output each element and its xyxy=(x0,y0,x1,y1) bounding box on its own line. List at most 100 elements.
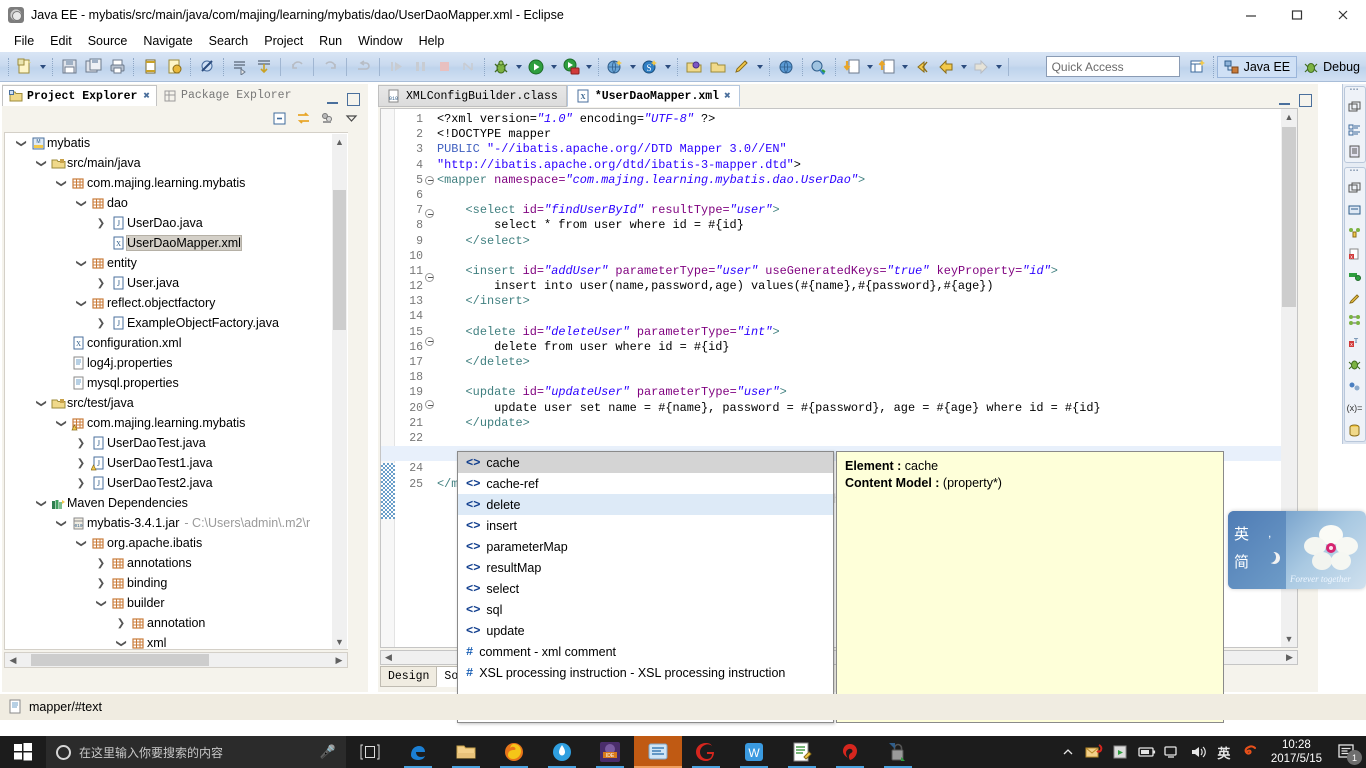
annotations-icon[interactable] xyxy=(1345,287,1365,309)
tree-item-userdao-java[interactable]: ❯ J UserDao.java xyxy=(5,213,348,233)
code-line[interactable]: </insert> xyxy=(437,294,1279,309)
scroll-down-icon[interactable]: ▼ xyxy=(1281,631,1297,647)
scroll-down-icon[interactable]: ▼ xyxy=(332,634,347,649)
external-tools-icon[interactable] xyxy=(808,56,830,78)
fold-collapse-icon[interactable] xyxy=(425,336,435,352)
tab-project-explorer[interactable]: Project Explorer ✖ xyxy=(2,85,158,106)
maximize-button[interactable] xyxy=(1274,0,1320,30)
scroll-right-icon[interactable]: ▶ xyxy=(331,653,347,667)
run-icon[interactable] xyxy=(525,56,547,78)
run-validation-icon[interactable] xyxy=(163,56,185,78)
taskbar-app-notepad[interactable] xyxy=(778,736,826,768)
taskbar-app-mint-browser[interactable] xyxy=(538,736,586,768)
show-hidden-icons-icon[interactable] xyxy=(1055,736,1081,768)
battery-icon[interactable] xyxy=(1133,736,1159,768)
code-line[interactable]: </delete> xyxy=(437,355,1279,370)
export-icon[interactable] xyxy=(876,56,898,78)
scroll-up-icon[interactable]: ▲ xyxy=(1281,109,1297,125)
action-center-icon[interactable]: 1 xyxy=(1330,736,1364,768)
code-line[interactable]: PUBLIC "-//ibatis.apache.org//DTD Mapper… xyxy=(437,142,1279,157)
search-globe-icon[interactable] xyxy=(775,56,797,78)
menu-source[interactable]: Source xyxy=(80,32,136,50)
chevron-right-icon[interactable]: ❯ xyxy=(93,558,109,569)
autocomplete-item-update[interactable]: <> update xyxy=(458,620,833,641)
code-line[interactable]: <update id="updateUser" parameterType="u… xyxy=(437,385,1279,400)
menu-window[interactable]: Window xyxy=(350,32,410,50)
windows-start-icon[interactable] xyxy=(0,736,46,768)
chevron-down-icon[interactable]: ❯ xyxy=(76,255,87,271)
new-class-icon[interactable] xyxy=(229,56,251,78)
menu-file[interactable]: File xyxy=(6,32,42,50)
maximize-view-icon[interactable] xyxy=(347,93,360,106)
code-line[interactable]: <insert id="addUser" parameterType="user… xyxy=(437,264,1279,279)
tree-item-entity[interactable]: ❯ entity xyxy=(5,253,348,273)
new-server-dropdown-icon[interactable] xyxy=(662,56,673,78)
onedrive-icon[interactable] xyxy=(1107,736,1133,768)
fold-collapse-icon[interactable] xyxy=(425,400,435,415)
chevron-down-icon[interactable]: ❯ xyxy=(56,415,67,431)
open-perspective-icon[interactable] xyxy=(1187,56,1209,78)
scroll-right-icon[interactable]: ▶ xyxy=(1282,651,1297,664)
new-web-project-dropdown-icon[interactable] xyxy=(627,56,638,78)
autocomplete-item-cache[interactable]: <> cache xyxy=(458,452,833,473)
tree-item-reflect-objectfactory[interactable]: ❯ reflect.objectfactory xyxy=(5,293,348,313)
code-line[interactable]: delete from user where id = #{id} xyxy=(437,340,1279,355)
servers-icon[interactable] xyxy=(1345,221,1365,243)
task-view-icon[interactable] xyxy=(346,736,394,768)
mail-icon[interactable] xyxy=(1081,736,1107,768)
tree-item-src-test-java[interactable]: ❯ src/test/java xyxy=(5,393,348,413)
menu-navigate[interactable]: Navigate xyxy=(135,32,200,50)
code-line[interactable]: <!DOCTYPE mapper xyxy=(437,127,1279,142)
chevron-down-icon[interactable]: ❯ xyxy=(76,295,87,311)
fold-collapse-icon[interactable] xyxy=(425,209,435,224)
tree-horizontal-scrollbar[interactable]: ◀ ▶ xyxy=(4,652,348,668)
autocomplete-item-select[interactable]: <> select xyxy=(458,578,833,599)
previous-annotation-icon[interactable] xyxy=(911,56,933,78)
chevron-right-icon[interactable]: ❯ xyxy=(93,218,109,229)
hierarchy-icon[interactable] xyxy=(1345,309,1365,331)
tree-item-userdaotest-java[interactable]: ❯ J UserDaoTest.java xyxy=(5,433,348,453)
chevron-down-icon[interactable]: ❯ xyxy=(36,495,47,511)
tree-item-com-majing-learning-mybatis[interactable]: ❯ com.majing.learning.mybatis xyxy=(5,173,348,193)
chevron-right-icon[interactable]: ❯ xyxy=(73,438,89,449)
maximize-editor-icon[interactable] xyxy=(1299,94,1312,107)
code-line[interactable] xyxy=(437,431,1279,446)
variables-icon[interactable]: (x)= xyxy=(1345,397,1365,419)
editor-tab-userdaomapper[interactable]: X *UserDaoMapper.xml ✖ xyxy=(566,85,740,107)
menu-search[interactable]: Search xyxy=(201,32,257,50)
new-annotation-icon[interactable] xyxy=(253,56,275,78)
chevron-down-icon[interactable]: ❯ xyxy=(36,395,47,411)
outline-icon[interactable] xyxy=(1345,118,1365,140)
console-icon[interactable] xyxy=(1345,199,1365,221)
link-with-editor-icon[interactable] xyxy=(294,109,312,127)
autocomplete-item-cache-ref[interactable]: <> cache-ref xyxy=(458,473,833,494)
tree-item-annotations[interactable]: ❯ annotations xyxy=(5,553,348,573)
minimize-editor-icon[interactable] xyxy=(1278,94,1291,107)
chevron-down-icon[interactable]: ❯ xyxy=(16,135,27,151)
view-chevron-down-icon[interactable] xyxy=(342,109,360,127)
search-dropdown-icon[interactable] xyxy=(754,56,765,78)
code-content[interactable]: <?xml version="1.0" encoding="UTF-8" ?> <… xyxy=(381,112,1297,492)
export-dropdown-icon[interactable] xyxy=(899,56,910,78)
perspective-debug[interactable]: Debug xyxy=(1297,56,1366,78)
save-icon[interactable] xyxy=(58,56,80,78)
import-dropdown-icon[interactable] xyxy=(864,56,875,78)
new-icon[interactable] xyxy=(14,56,36,78)
print-icon[interactable] xyxy=(106,56,128,78)
close-button[interactable] xyxy=(1320,0,1366,30)
chevron-down-icon[interactable]: ❯ xyxy=(56,515,67,531)
taskbar-app-edge[interactable] xyxy=(394,736,442,768)
menu-edit[interactable]: Edit xyxy=(42,32,80,50)
open-resource-icon[interactable] xyxy=(707,56,729,78)
code-line[interactable]: insert into user(name,password,age) valu… xyxy=(437,279,1279,294)
code-line[interactable]: </update> xyxy=(437,416,1279,431)
import-icon[interactable] xyxy=(841,56,863,78)
code-line[interactable]: <?xml version="1.0" encoding="UTF-8" ?> xyxy=(437,112,1279,127)
view-menu-icon[interactable] xyxy=(318,109,336,127)
taskbar-app-gitee[interactable] xyxy=(682,736,730,768)
tree-item-mybatis[interactable]: ❯ Mmybatis xyxy=(5,133,348,153)
taskbar-app-wps-writer[interactable]: W xyxy=(730,736,778,768)
quick-access-input[interactable]: Quick Access xyxy=(1045,56,1180,77)
tree-item-userdaomapper-xml[interactable]: X UserDaoMapper.xml xyxy=(5,233,348,253)
skip-breakpoints-icon[interactable] xyxy=(196,56,218,78)
